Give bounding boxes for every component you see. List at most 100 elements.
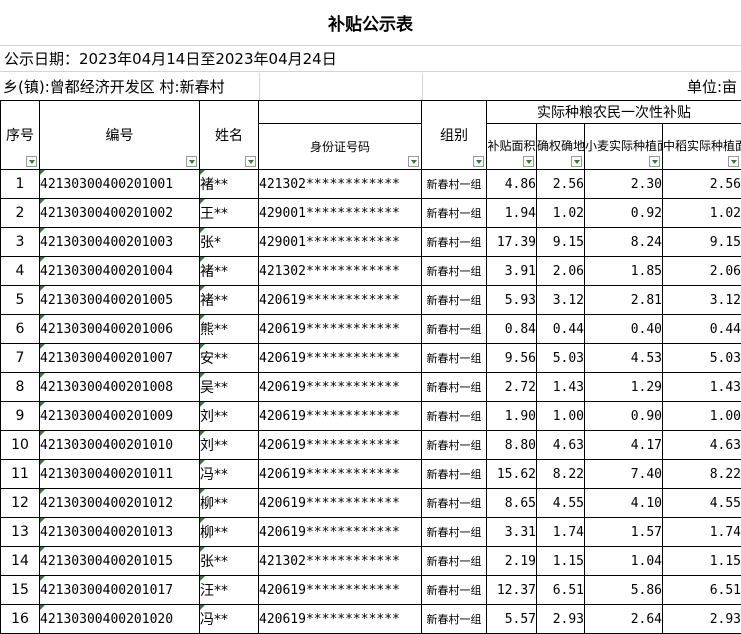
row-confirmed-cell[interactable]: 4.63 <box>537 431 585 460</box>
filter-dropdown-icon[interactable] <box>473 156 484 167</box>
row-rice-cell[interactable]: 9.15 <box>663 228 741 257</box>
row-name-cell[interactable]: 褚** <box>200 286 259 315</box>
row-name-cell[interactable]: 王** <box>200 199 259 228</box>
row-name-cell[interactable]: 安** <box>200 344 259 373</box>
filter-dropdown-icon[interactable] <box>408 156 419 167</box>
row-seq-cell[interactable]: 9 <box>1 402 40 431</box>
row-code-cell[interactable]: 42130300400201013 <box>40 518 200 547</box>
row-seq-cell[interactable]: 6 <box>1 315 40 344</box>
row-wheat-cell[interactable]: 4.10 <box>585 489 663 518</box>
row-code-cell[interactable]: 42130300400201010 <box>40 431 200 460</box>
row-id-cell[interactable]: 420619************ <box>259 576 422 605</box>
row-code-cell[interactable]: 42130300400201004 <box>40 257 200 286</box>
row-group-cell[interactable]: 新春村一组 <box>422 431 487 460</box>
row-confirmed-cell[interactable]: 1.00 <box>537 402 585 431</box>
row-code-cell[interactable]: 42130300400201015 <box>40 547 200 576</box>
row-group-cell[interactable]: 新春村一组 <box>422 402 487 431</box>
row-code-cell[interactable]: 42130300400201017 <box>40 576 200 605</box>
row-group-cell[interactable]: 新春村一组 <box>422 315 487 344</box>
row-id-cell[interactable]: 420619************ <box>259 402 422 431</box>
row-seq-cell[interactable]: 15 <box>1 576 40 605</box>
row-seq-cell[interactable]: 5 <box>1 286 40 315</box>
filter-dropdown-icon[interactable] <box>728 156 739 167</box>
row-wheat-cell[interactable]: 4.53 <box>585 344 663 373</box>
row-subsidy-cell[interactable]: 3.91 <box>487 257 537 286</box>
row-group-cell[interactable]: 新春村一组 <box>422 257 487 286</box>
row-seq-cell[interactable]: 10 <box>1 431 40 460</box>
row-code-cell[interactable]: 42130300400201009 <box>40 402 200 431</box>
row-code-cell[interactable]: 42130300400201020 <box>40 605 200 634</box>
row-id-cell[interactable]: 420619************ <box>259 431 422 460</box>
row-name-cell[interactable]: 熊** <box>200 315 259 344</box>
row-confirmed-cell[interactable]: 9.15 <box>537 228 585 257</box>
row-group-cell[interactable]: 新春村一组 <box>422 576 487 605</box>
row-subsidy-cell[interactable]: 15.62 <box>487 460 537 489</box>
row-name-cell[interactable]: 褚** <box>200 170 259 199</box>
row-rice-cell[interactable]: 2.93 <box>663 605 741 634</box>
row-name-cell[interactable]: 张** <box>200 547 259 576</box>
row-rice-cell[interactable]: 8.22 <box>663 460 741 489</box>
row-seq-cell[interactable]: 7 <box>1 344 40 373</box>
row-name-cell[interactable]: 刘** <box>200 431 259 460</box>
row-wheat-cell[interactable]: 1.57 <box>585 518 663 547</box>
row-seq-cell[interactable]: 1 <box>1 170 40 199</box>
row-wheat-cell[interactable]: 2.30 <box>585 170 663 199</box>
row-wheat-cell[interactable]: 4.17 <box>585 431 663 460</box>
row-name-cell[interactable]: 柳** <box>200 489 259 518</box>
row-seq-cell[interactable]: 16 <box>1 605 40 634</box>
row-code-cell[interactable]: 42130300400201007 <box>40 344 200 373</box>
row-subsidy-cell[interactable]: 1.90 <box>487 402 537 431</box>
row-code-cell[interactable]: 42130300400201006 <box>40 315 200 344</box>
row-group-cell[interactable]: 新春村一组 <box>422 605 487 634</box>
row-name-cell[interactable]: 吴** <box>200 373 259 402</box>
row-wheat-cell[interactable]: 7.40 <box>585 460 663 489</box>
row-seq-cell[interactable]: 11 <box>1 460 40 489</box>
row-group-cell[interactable]: 新春村一组 <box>422 547 487 576</box>
row-rice-cell[interactable]: 1.00 <box>663 402 741 431</box>
row-name-cell[interactable]: 汪** <box>200 576 259 605</box>
filter-dropdown-icon[interactable] <box>523 156 534 167</box>
row-confirmed-cell[interactable]: 2.93 <box>537 605 585 634</box>
row-name-cell[interactable]: 冯** <box>200 460 259 489</box>
row-subsidy-cell[interactable]: 0.84 <box>487 315 537 344</box>
row-name-cell[interactable]: 柳** <box>200 518 259 547</box>
row-subsidy-cell[interactable]: 9.56 <box>487 344 537 373</box>
row-rice-cell[interactable]: 1.15 <box>663 547 741 576</box>
row-confirmed-cell[interactable]: 2.56 <box>537 170 585 199</box>
row-subsidy-cell[interactable]: 3.31 <box>487 518 537 547</box>
row-id-cell[interactable]: 421302************ <box>259 170 422 199</box>
row-name-cell[interactable]: 刘** <box>200 402 259 431</box>
row-confirmed-cell[interactable]: 1.74 <box>537 518 585 547</box>
row-id-cell[interactable]: 420619************ <box>259 489 422 518</box>
row-id-cell[interactable]: 421302************ <box>259 257 422 286</box>
row-rice-cell[interactable]: 2.56 <box>663 170 741 199</box>
row-wheat-cell[interactable]: 1.29 <box>585 373 663 402</box>
row-seq-cell[interactable]: 12 <box>1 489 40 518</box>
row-seq-cell[interactable]: 8 <box>1 373 40 402</box>
row-rice-cell[interactable]: 1.02 <box>663 199 741 228</box>
row-subsidy-cell[interactable]: 8.80 <box>487 431 537 460</box>
row-wheat-cell[interactable]: 2.81 <box>585 286 663 315</box>
row-id-cell[interactable]: 420619************ <box>259 344 422 373</box>
row-id-cell[interactable]: 420619************ <box>259 518 422 547</box>
row-subsidy-cell[interactable]: 2.72 <box>487 373 537 402</box>
row-subsidy-cell[interactable]: 5.57 <box>487 605 537 634</box>
row-wheat-cell[interactable]: 1.04 <box>585 547 663 576</box>
row-id-cell[interactable]: 420619************ <box>259 286 422 315</box>
row-subsidy-cell[interactable]: 17.39 <box>487 228 537 257</box>
row-wheat-cell[interactable]: 0.90 <box>585 402 663 431</box>
row-confirmed-cell[interactable]: 8.22 <box>537 460 585 489</box>
row-rice-cell[interactable]: 1.43 <box>663 373 741 402</box>
filter-dropdown-icon[interactable] <box>571 156 582 167</box>
row-subsidy-cell[interactable]: 1.94 <box>487 199 537 228</box>
row-subsidy-cell[interactable]: 12.37 <box>487 576 537 605</box>
row-group-cell[interactable]: 新春村一组 <box>422 489 487 518</box>
row-code-cell[interactable]: 42130300400201003 <box>40 228 200 257</box>
row-id-cell[interactable]: 420619************ <box>259 605 422 634</box>
row-confirmed-cell[interactable]: 1.02 <box>537 199 585 228</box>
row-group-cell[interactable]: 新春村一组 <box>422 518 487 547</box>
filter-dropdown-icon[interactable] <box>186 156 197 167</box>
row-confirmed-cell[interactable]: 1.15 <box>537 547 585 576</box>
row-subsidy-cell[interactable]: 5.93 <box>487 286 537 315</box>
row-seq-cell[interactable]: 4 <box>1 257 40 286</box>
